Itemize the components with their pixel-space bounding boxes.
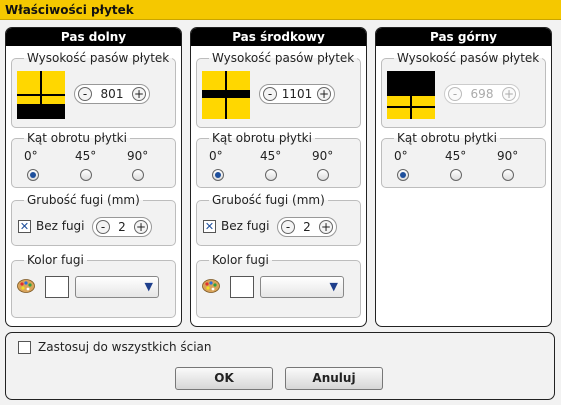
angle-90-radio[interactable] [132,169,144,181]
tile-height-stepper: - 698 + [444,84,520,104]
tile-height-label: Wysokość pasów płytek [24,51,173,65]
grout-width-label: Grubość fugi (mm) [209,193,328,207]
angle-45-label: 45° [260,149,282,163]
decrement-button[interactable]: - [96,220,110,234]
rotation-group: Kąt obrotu płytki 0° 45° 90° [196,131,361,188]
decrement-button: - [448,87,462,101]
panel-bottom-strip: Pas dolny Wysokość pasów płytek - 801 + … [5,27,182,327]
increment-button: + [502,87,516,101]
rotation-label: Kąt obrotu płytki [394,131,500,145]
tile-preview-middle [202,71,250,119]
palette-icon[interactable] [17,279,35,293]
grout-width-value[interactable]: 2 [113,220,131,234]
apply-all-walls-checkbox[interactable] [18,341,31,354]
increment-button[interactable]: + [317,87,331,101]
rotation-group: Kąt obrotu płytki 0° 45° 90° [381,131,546,188]
apply-all-walls-label: Zastosuj do wszystkich ścian [38,340,212,354]
no-grout-label: Bez fugi [221,219,270,233]
tile-preview-bottom [17,71,65,119]
chevron-down-icon: ▼ [144,280,153,293]
title-bar: Właściwości płytek [0,0,561,20]
angle-0-radio[interactable] [212,169,224,181]
panel-title: Pas środkowy [191,28,366,46]
angle-90-label: 90° [497,149,519,163]
tile-height-group: Wysokość pasów płytek - 1101 + [196,51,361,128]
cancel-button[interactable]: Anuluj [285,367,383,390]
increment-button[interactable]: + [319,220,333,234]
angle-0-label: 0° [394,149,408,163]
no-grout-label: Bez fugi [36,219,85,233]
rotation-label: Kąt obrotu płytki [24,131,130,145]
tile-height-value[interactable]: 801 [95,87,129,101]
rotation-group: Kąt obrotu płytki 0° 45° 90° [11,131,176,188]
grout-width-stepper: - 2 + [92,217,152,237]
decrement-button[interactable]: - [281,220,295,234]
angle-90-label: 90° [312,149,334,163]
angle-45-label: 45° [75,149,97,163]
angle-45-label: 45° [445,149,467,163]
grout-color-select[interactable]: ▼ [75,276,159,298]
grout-color-group: Kolor fugi ▼ [11,253,176,318]
angle-0-radio[interactable] [397,169,409,181]
tile-height-value: 698 [470,87,494,101]
window-title: Właściwości płytek [5,3,134,17]
decrement-button[interactable]: - [263,87,277,101]
grout-width-label: Grubość fugi (mm) [24,193,143,207]
grout-width-value[interactable]: 2 [298,220,316,234]
angle-45-radio[interactable] [450,169,462,181]
tile-height-stepper: - 1101 + [259,84,335,104]
angle-90-label: 90° [127,149,149,163]
no-grout-checkbox[interactable]: ✕ [203,220,216,233]
grout-color-swatch[interactable] [45,276,69,298]
increment-button[interactable]: + [132,87,146,101]
grout-color-select[interactable]: ▼ [260,276,344,298]
grout-width-stepper: - 2 + [277,217,337,237]
panel-top-strip: Pas górny Wysokość pasów płytek - 698 + … [375,27,552,327]
decrement-button[interactable]: - [78,87,92,101]
panel-title: Pas dolny [6,28,181,46]
palette-icon[interactable] [202,279,220,293]
angle-45-radio[interactable] [80,169,92,181]
no-grout-checkbox[interactable]: ✕ [18,220,31,233]
rotation-label: Kąt obrotu płytki [209,131,315,145]
angle-45-radio[interactable] [265,169,277,181]
tile-height-label: Wysokość pasów płytek [209,51,358,65]
angle-0-label: 0° [209,149,223,163]
tile-preview-top [387,71,435,119]
tile-height-label: Wysokość pasów płytek [394,51,543,65]
grout-width-group: Grubość fugi (mm) ✕ Bez fugi - 2 + [196,193,361,246]
footer-panel: Zastosuj do wszystkich ścian OK Anuluj [5,332,555,400]
grout-color-label: Kolor fugi [209,253,272,267]
tile-height-group: Wysokość pasów płytek - 801 + [11,51,176,128]
angle-0-label: 0° [24,149,38,163]
ok-button[interactable]: OK [175,367,273,390]
tile-height-value[interactable]: 1101 [280,87,314,101]
grout-color-label: Kolor fugi [24,253,87,267]
panel-title: Pas górny [376,28,551,46]
grout-color-swatch[interactable] [230,276,254,298]
chevron-down-icon: ▼ [329,280,338,293]
grout-color-group: Kolor fugi ▼ [196,253,361,318]
angle-90-radio[interactable] [502,169,514,181]
grout-width-group: Grubość fugi (mm) ✕ Bez fugi - 2 + [11,193,176,246]
panel-middle-strip: Pas środkowy Wysokość pasów płytek - 110… [190,27,367,327]
tile-height-group: Wysokość pasów płytek - 698 + [381,51,546,128]
angle-0-radio[interactable] [27,169,39,181]
tile-height-stepper: - 801 + [74,84,150,104]
increment-button[interactable]: + [134,220,148,234]
angle-90-radio[interactable] [317,169,329,181]
